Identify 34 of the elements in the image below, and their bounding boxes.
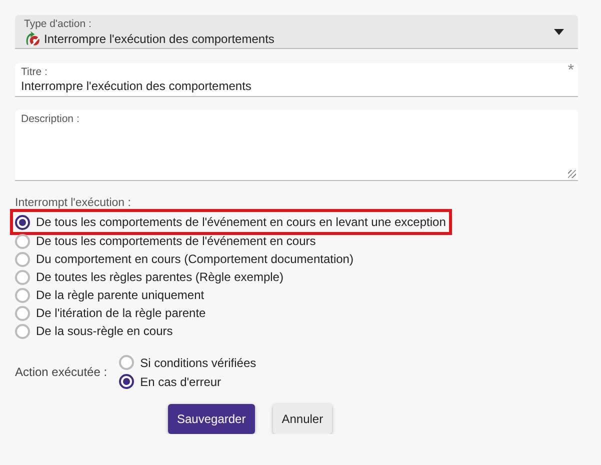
radio-button[interactable]: [15, 214, 30, 230]
radio-label[interactable]: De la sous-règle en cours: [36, 324, 173, 338]
save-button[interactable]: Sauvegarder: [168, 404, 255, 434]
resize-handle-icon: [568, 170, 576, 178]
radio-button[interactable]: [15, 306, 30, 320]
radio-button[interactable]: [15, 234, 30, 248]
radio-label[interactable]: Du comportement en cours (Comportement documentation): [36, 252, 354, 266]
radio-button[interactable]: [119, 355, 134, 370]
dropdown-value: Interrompre l'exécution des comportements: [44, 30, 274, 46]
gear-arrow-icon: [24, 30, 41, 47]
field-label: Titre :: [21, 66, 48, 78]
radio-button[interactable]: [15, 270, 30, 284]
cancel-button[interactable]: Annuler: [272, 404, 332, 434]
radio-label[interactable]: En cas d'erreur: [140, 374, 222, 388]
radio-label[interactable]: De toutes les règles parentes (Règle exemple): [36, 270, 284, 284]
caret-icon: [554, 29, 564, 35]
group-label: Interrompt l'exécution :: [15, 196, 132, 210]
required-mark: *: [568, 62, 574, 80]
radio-label[interactable]: Si conditions vérifiées: [140, 356, 256, 370]
radio-label[interactable]: De la règle parente uniquement: [36, 288, 204, 302]
field-label: Type d'action :: [24, 18, 92, 30]
radio-button[interactable]: [15, 288, 30, 302]
radio-label[interactable]: De l'itération de la règle parente: [36, 306, 206, 320]
field-label: Description :: [21, 113, 80, 125]
radio-label[interactable]: De tous les comportements de l'événement en cours: [36, 234, 316, 248]
description-field[interactable]: Description :: [15, 110, 578, 181]
action-type-dropdown[interactable]: Type d'action : Interrompre l'exécution des comportements: [15, 15, 578, 49]
field-value: Interrompre l'exécution des comportements: [21, 78, 252, 94]
radio-label[interactable]: De tous les comportements de l'événement en cours en levant une exception: [36, 215, 446, 229]
radio-button[interactable]: [15, 252, 30, 266]
radio-button[interactable]: [15, 324, 30, 338]
title-field[interactable]: Titre : Interrompre l'exécution des comportements *: [15, 63, 578, 97]
group-label: Action exécutée :: [15, 364, 108, 381]
radio-button[interactable]: [119, 374, 134, 389]
